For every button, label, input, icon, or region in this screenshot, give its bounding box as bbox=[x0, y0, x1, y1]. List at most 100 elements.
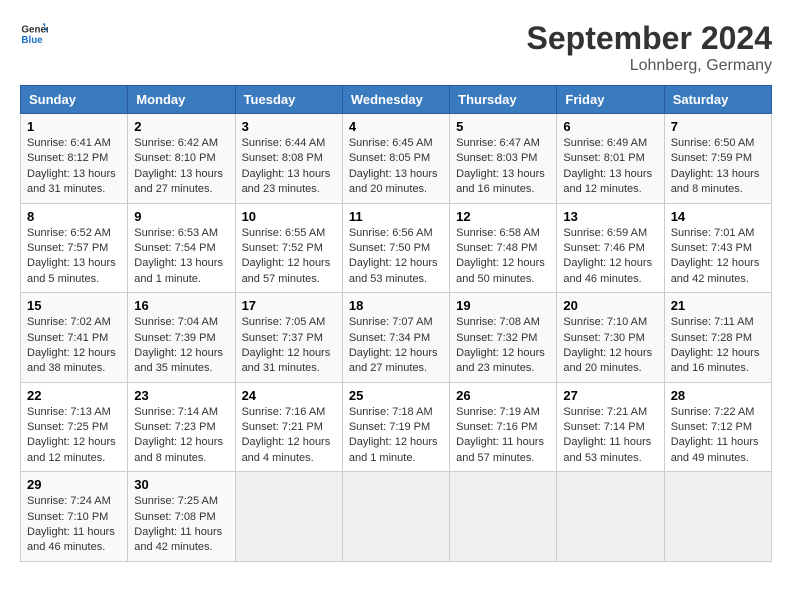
calendar-cell: 12 Sunrise: 6:58 AM Sunset: 7:48 PM Dayl… bbox=[450, 203, 557, 293]
calendar-cell: 2 Sunrise: 6:42 AM Sunset: 8:10 PM Dayli… bbox=[128, 114, 235, 204]
day-info: Sunrise: 6:41 AM Sunset: 8:12 PM Dayligh… bbox=[27, 136, 121, 198]
daylight-hours: Daylight: 12 hours and 53 minutes. bbox=[349, 257, 438, 284]
day-info: Sunrise: 7:02 AM Sunset: 7:41 PM Dayligh… bbox=[27, 315, 121, 377]
day-info: Sunrise: 6:50 AM Sunset: 7:59 PM Dayligh… bbox=[671, 136, 765, 198]
sunset-time: Sunset: 7:30 PM bbox=[563, 332, 644, 344]
col-sunday: Sunday bbox=[21, 86, 128, 114]
sunset-time: Sunset: 7:08 PM bbox=[134, 511, 215, 523]
calendar-cell: 19 Sunrise: 7:08 AM Sunset: 7:32 PM Dayl… bbox=[450, 293, 557, 383]
daylight-hours: Daylight: 13 hours and 27 minutes. bbox=[134, 168, 223, 195]
sunset-time: Sunset: 7:10 PM bbox=[27, 511, 108, 523]
day-info: Sunrise: 7:21 AM Sunset: 7:14 PM Dayligh… bbox=[563, 405, 657, 467]
day-info: Sunrise: 7:07 AM Sunset: 7:34 PM Dayligh… bbox=[349, 315, 443, 377]
logo-icon: General Blue bbox=[20, 20, 48, 48]
day-info: Sunrise: 7:24 AM Sunset: 7:10 PM Dayligh… bbox=[27, 494, 121, 556]
sunrise-time: Sunrise: 6:49 AM bbox=[563, 137, 647, 149]
sunrise-time: Sunrise: 6:56 AM bbox=[349, 227, 433, 239]
daylight-hours: Daylight: 12 hours and 23 minutes. bbox=[456, 347, 545, 374]
day-number: 26 bbox=[456, 388, 550, 403]
daylight-hours: Daylight: 13 hours and 23 minutes. bbox=[242, 168, 331, 195]
daylight-hours: Daylight: 12 hours and 4 minutes. bbox=[242, 436, 331, 463]
calendar-cell: 23 Sunrise: 7:14 AM Sunset: 7:23 PM Dayl… bbox=[128, 382, 235, 472]
day-info: Sunrise: 6:42 AM Sunset: 8:10 PM Dayligh… bbox=[134, 136, 228, 198]
svg-text:General: General bbox=[21, 25, 48, 36]
daylight-hours: Daylight: 12 hours and 16 minutes. bbox=[671, 347, 760, 374]
sunset-time: Sunset: 8:10 PM bbox=[134, 152, 215, 164]
sunrise-time: Sunrise: 7:11 AM bbox=[671, 316, 754, 328]
sunrise-time: Sunrise: 6:47 AM bbox=[456, 137, 540, 149]
daylight-hours: Daylight: 13 hours and 12 minutes. bbox=[563, 168, 652, 195]
day-number: 15 bbox=[27, 298, 121, 313]
day-number: 17 bbox=[242, 298, 336, 313]
calendar-title: September 2024 bbox=[527, 20, 772, 57]
calendar-cell: 16 Sunrise: 7:04 AM Sunset: 7:39 PM Dayl… bbox=[128, 293, 235, 383]
sunrise-time: Sunrise: 6:55 AM bbox=[242, 227, 326, 239]
calendar-cell: 30 Sunrise: 7:25 AM Sunset: 7:08 PM Dayl… bbox=[128, 472, 235, 562]
calendar-week-5: 29 Sunrise: 7:24 AM Sunset: 7:10 PM Dayl… bbox=[21, 472, 772, 562]
sunrise-time: Sunrise: 7:16 AM bbox=[242, 406, 326, 418]
calendar-cell: 26 Sunrise: 7:19 AM Sunset: 7:16 PM Dayl… bbox=[450, 382, 557, 472]
col-monday: Monday bbox=[128, 86, 235, 114]
sunset-time: Sunset: 8:12 PM bbox=[27, 152, 108, 164]
title-block: September 2024 Lohnberg, Germany bbox=[527, 20, 772, 75]
day-info: Sunrise: 6:58 AM Sunset: 7:48 PM Dayligh… bbox=[456, 226, 550, 288]
day-number: 18 bbox=[349, 298, 443, 313]
daylight-hours: Daylight: 12 hours and 31 minutes. bbox=[242, 347, 331, 374]
sunrise-time: Sunrise: 6:45 AM bbox=[349, 137, 433, 149]
logo: General Blue bbox=[20, 20, 48, 48]
calendar-cell bbox=[450, 472, 557, 562]
sunrise-time: Sunrise: 7:01 AM bbox=[671, 227, 755, 239]
day-number: 16 bbox=[134, 298, 228, 313]
day-number: 12 bbox=[456, 209, 550, 224]
day-info: Sunrise: 7:04 AM Sunset: 7:39 PM Dayligh… bbox=[134, 315, 228, 377]
sunset-time: Sunset: 7:48 PM bbox=[456, 242, 537, 254]
calendar-cell: 7 Sunrise: 6:50 AM Sunset: 7:59 PM Dayli… bbox=[664, 114, 771, 204]
calendar-table: Sunday Monday Tuesday Wednesday Thursday… bbox=[20, 85, 772, 562]
daylight-hours: Daylight: 13 hours and 16 minutes. bbox=[456, 168, 545, 195]
day-info: Sunrise: 6:59 AM Sunset: 7:46 PM Dayligh… bbox=[563, 226, 657, 288]
sunrise-time: Sunrise: 7:22 AM bbox=[671, 406, 755, 418]
col-saturday: Saturday bbox=[664, 86, 771, 114]
daylight-hours: Daylight: 12 hours and 35 minutes. bbox=[134, 347, 223, 374]
sunset-time: Sunset: 7:23 PM bbox=[134, 421, 215, 433]
sunrise-time: Sunrise: 7:10 AM bbox=[563, 316, 647, 328]
sunrise-time: Sunrise: 7:14 AM bbox=[134, 406, 218, 418]
sunrise-time: Sunrise: 7:18 AM bbox=[349, 406, 433, 418]
calendar-cell: 1 Sunrise: 6:41 AM Sunset: 8:12 PM Dayli… bbox=[21, 114, 128, 204]
day-info: Sunrise: 6:52 AM Sunset: 7:57 PM Dayligh… bbox=[27, 226, 121, 288]
calendar-subtitle: Lohnberg, Germany bbox=[527, 57, 772, 75]
day-number: 25 bbox=[349, 388, 443, 403]
day-number: 24 bbox=[242, 388, 336, 403]
daylight-hours: Daylight: 11 hours and 46 minutes. bbox=[27, 526, 115, 553]
sunrise-time: Sunrise: 7:21 AM bbox=[563, 406, 647, 418]
daylight-hours: Daylight: 12 hours and 38 minutes. bbox=[27, 347, 116, 374]
page-header: General Blue September 2024 Lohnberg, Ge… bbox=[20, 20, 772, 75]
day-info: Sunrise: 6:49 AM Sunset: 8:01 PM Dayligh… bbox=[563, 136, 657, 198]
day-number: 2 bbox=[134, 119, 228, 134]
sunrise-time: Sunrise: 7:13 AM bbox=[27, 406, 111, 418]
calendar-cell bbox=[664, 472, 771, 562]
sunset-time: Sunset: 7:43 PM bbox=[671, 242, 752, 254]
day-number: 8 bbox=[27, 209, 121, 224]
calendar-cell: 15 Sunrise: 7:02 AM Sunset: 7:41 PM Dayl… bbox=[21, 293, 128, 383]
daylight-hours: Daylight: 13 hours and 5 minutes. bbox=[27, 257, 116, 284]
sunrise-time: Sunrise: 6:59 AM bbox=[563, 227, 647, 239]
sunset-time: Sunset: 7:50 PM bbox=[349, 242, 430, 254]
calendar-cell bbox=[557, 472, 664, 562]
sunset-time: Sunset: 7:46 PM bbox=[563, 242, 644, 254]
sunset-time: Sunset: 7:25 PM bbox=[27, 421, 108, 433]
sunset-time: Sunset: 8:03 PM bbox=[456, 152, 537, 164]
day-number: 23 bbox=[134, 388, 228, 403]
day-info: Sunrise: 6:56 AM Sunset: 7:50 PM Dayligh… bbox=[349, 226, 443, 288]
calendar-cell bbox=[235, 472, 342, 562]
day-info: Sunrise: 6:55 AM Sunset: 7:52 PM Dayligh… bbox=[242, 226, 336, 288]
sunrise-time: Sunrise: 7:08 AM bbox=[456, 316, 540, 328]
daylight-hours: Daylight: 13 hours and 1 minute. bbox=[134, 257, 223, 284]
calendar-week-4: 22 Sunrise: 7:13 AM Sunset: 7:25 PM Dayl… bbox=[21, 382, 772, 472]
sunrise-time: Sunrise: 6:53 AM bbox=[134, 227, 218, 239]
sunset-time: Sunset: 7:39 PM bbox=[134, 332, 215, 344]
day-info: Sunrise: 7:16 AM Sunset: 7:21 PM Dayligh… bbox=[242, 405, 336, 467]
sunrise-time: Sunrise: 6:58 AM bbox=[456, 227, 540, 239]
calendar-cell: 10 Sunrise: 6:55 AM Sunset: 7:52 PM Dayl… bbox=[235, 203, 342, 293]
sunset-time: Sunset: 8:08 PM bbox=[242, 152, 323, 164]
